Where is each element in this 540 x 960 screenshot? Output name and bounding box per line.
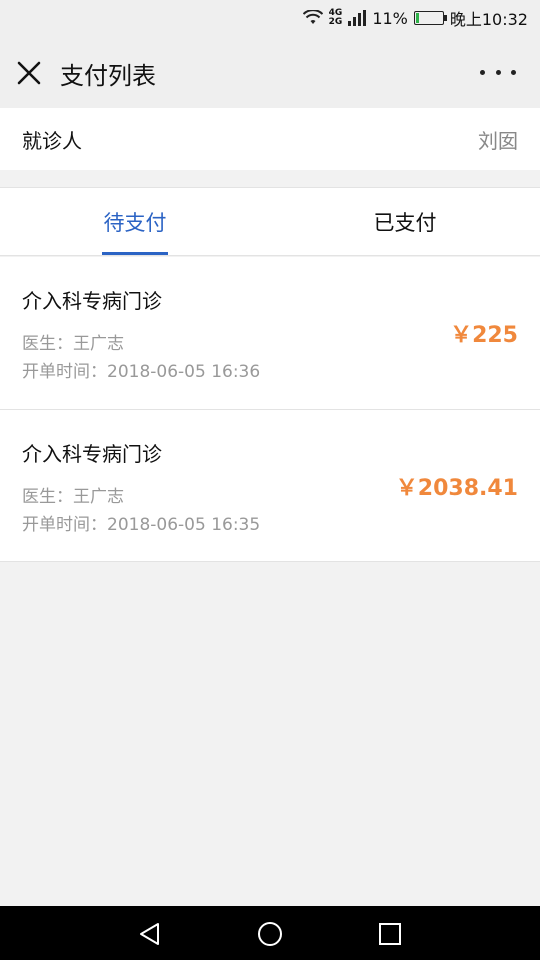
item-doctor: 医生：王广志	[22, 487, 124, 507]
list-item[interactable]: 介入科专病门诊 医生：王广志 开单时间：2018-06-05 16:35 ￥20…	[0, 409, 540, 561]
item-title: 介入科专病门诊	[22, 289, 162, 313]
battery-icon	[413, 11, 447, 25]
patient-name: 刘囡	[478, 128, 518, 153]
back-icon[interactable]	[136, 920, 164, 948]
tab-pending[interactable]: 待支付	[0, 188, 270, 256]
item-title: 介入科专病门诊	[22, 442, 162, 466]
item-time: 开单时间：2018-06-05 16:36	[22, 362, 261, 382]
item-amount: ￥2038.41	[395, 476, 518, 501]
network-type: 4G 2G	[329, 9, 343, 27]
signal-icon	[348, 10, 367, 26]
list-item[interactable]: 介入科专病门诊 医生：王广志 开单时间：2018-06-05 16:36 ￥22…	[0, 257, 540, 409]
patient-row[interactable]: 就诊人 刘囡	[0, 108, 540, 170]
clock: 晚上10:32	[449, 10, 528, 29]
nav-bar: 支付列表	[0, 36, 540, 108]
patient-label: 就诊人	[22, 128, 82, 153]
recent-apps-icon[interactable]	[376, 920, 404, 948]
battery-fill	[415, 13, 419, 23]
item-doctor: 医生：王广志	[22, 334, 124, 354]
more-options-icon[interactable]	[480, 62, 516, 82]
home-icon[interactable]	[256, 920, 284, 948]
wifi-icon	[302, 10, 323, 26]
item-time: 开单时间：2018-06-05 16:35	[22, 515, 261, 535]
active-tab-indicator	[102, 252, 168, 255]
status-bar: 4G 2G 11% 晚上10:32	[0, 0, 540, 36]
system-nav-bar	[0, 906, 540, 960]
tab-paid[interactable]: 已支付	[270, 188, 540, 256]
battery-percent: 11%	[372, 8, 408, 28]
item-amount: ￥225	[450, 323, 518, 348]
network-type-secondary: 2G	[328, 17, 343, 27]
page-title: 支付列表	[60, 62, 156, 90]
close-icon[interactable]	[14, 58, 44, 88]
payment-tabs: 待支付 已支付	[0, 187, 540, 256]
payment-list: 介入科专病门诊 医生：王广志 开单时间：2018-06-05 16:36 ￥22…	[0, 257, 540, 562]
